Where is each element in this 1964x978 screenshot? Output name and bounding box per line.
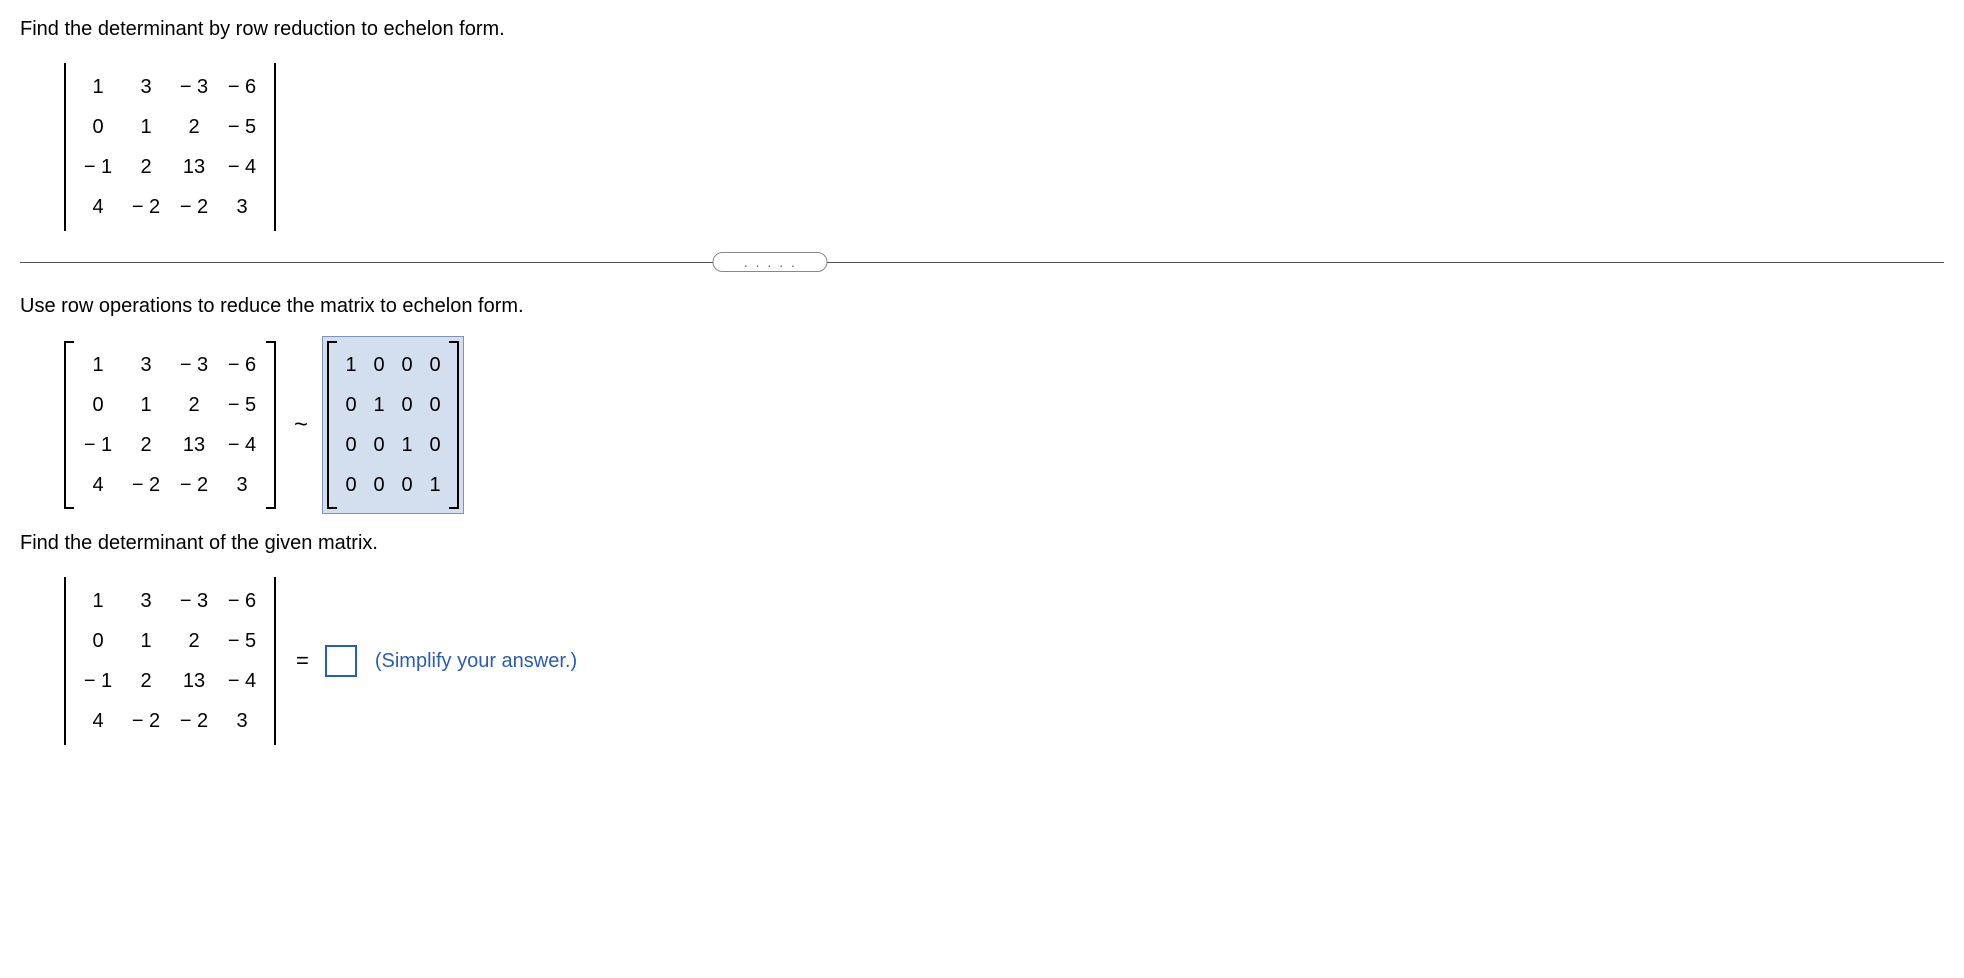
m2-r2c1: 2 (140, 434, 151, 457)
m2-r0c3: − 6 (228, 354, 256, 377)
m2-r0c2: − 3 (180, 354, 208, 377)
m1-r0c0: 1 (92, 76, 103, 99)
m1-r1c0: 0 (92, 116, 103, 139)
ma-r1c3: 0 (429, 394, 440, 417)
m2-r3c3: 3 (236, 474, 247, 497)
ma-r2c0: 0 (345, 434, 356, 457)
m3-r1c3: − 5 (228, 630, 256, 653)
ma-r3c3: 1 (429, 474, 440, 497)
m3-r0c0: 1 (92, 590, 103, 613)
m3-r1c0: 0 (92, 630, 103, 653)
ma-r1c0: 0 (345, 394, 356, 417)
ma-r3c0: 0 (345, 474, 356, 497)
m1-r1c3: − 5 (228, 116, 256, 139)
question-3-text: Find the determinant of the given matrix… (20, 532, 1944, 555)
ma-r0c0: 1 (345, 354, 356, 377)
ma-r2c1: 0 (373, 434, 384, 457)
m3-r0c1: 3 (140, 590, 151, 613)
m3-r0c3: − 6 (228, 590, 256, 613)
ma-r1c1: 1 (373, 394, 384, 417)
ma-r2c3: 0 (429, 434, 440, 457)
m2-r3c2: − 2 (180, 474, 208, 497)
m2-r0c1: 3 (140, 354, 151, 377)
m3-r3c1: − 2 (132, 710, 160, 733)
m2-r1c3: − 5 (228, 394, 256, 417)
m3-r2c3: − 4 (228, 670, 256, 693)
m3-r2c2: 13 (183, 670, 205, 693)
m1-r0c1: 3 (140, 76, 151, 99)
m3-r3c2: − 2 (180, 710, 208, 733)
m2-r3c0: 4 (92, 474, 103, 497)
ma-r3c1: 0 (373, 474, 384, 497)
m1-r3c0: 4 (92, 196, 103, 219)
m3-r1c1: 1 (140, 630, 151, 653)
determinant-matrix-1: 1 3 − 3 − 6 0 1 2 − 5 − 1 2 13 − 4 4 − 2… (60, 59, 1944, 235)
row-reduction-expression: 1 3 − 3 − 6 0 1 2 − 5 − 1 2 13 − 4 4 − 2… (60, 336, 1944, 514)
divider-line (20, 262, 1944, 263)
m1-r0c2: − 3 (180, 76, 208, 99)
section-divider: . . . . . (20, 247, 1944, 277)
determinant-equation: 1 3 − 3 − 6 0 1 2 − 5 − 1 2 13 − 4 4 − 2… (60, 573, 1944, 749)
m2-r2c0: − 1 (84, 434, 112, 457)
m1-r3c2: − 2 (180, 196, 208, 219)
question-1-text: Find the determinant by row reduction to… (20, 18, 1944, 41)
m2-r1c0: 0 (92, 394, 103, 417)
divider-expand-button[interactable]: . . . . . (713, 252, 828, 272)
m2-r1c1: 1 (140, 394, 151, 417)
m3-r3c0: 4 (92, 710, 103, 733)
matrix-det-1: 1 3 − 3 − 6 0 1 2 − 5 − 1 2 13 − 4 4 − 2… (60, 59, 280, 235)
question-2-text: Use row operations to reduce the matrix … (20, 295, 1944, 318)
ma-r3c2: 0 (401, 474, 412, 497)
m1-r0c3: − 6 (228, 76, 256, 99)
m1-r2c3: − 4 (228, 156, 256, 179)
ma-r0c3: 0 (429, 354, 440, 377)
determinant-answer-input[interactable] (325, 645, 357, 677)
m1-r2c0: − 1 (84, 156, 112, 179)
m3-r0c2: − 3 (180, 590, 208, 613)
answer-hint: (Simplify your answer.) (375, 650, 577, 673)
m2-r2c2: 13 (183, 434, 205, 457)
ma-r2c2: 1 (401, 434, 412, 457)
m2-r1c2: 2 (188, 394, 199, 417)
m3-r3c3: 3 (236, 710, 247, 733)
m1-r1c2: 2 (188, 116, 199, 139)
m1-r3c1: − 2 (132, 196, 160, 219)
m2-r0c0: 1 (92, 354, 103, 377)
ma-r0c2: 0 (401, 354, 412, 377)
matrix-original: 1 3 − 3 − 6 0 1 2 − 5 − 1 2 13 − 4 4 − 2… (60, 337, 280, 513)
ma-r1c2: 0 (401, 394, 412, 417)
m1-r2c2: 13 (183, 156, 205, 179)
m1-r3c3: 3 (236, 196, 247, 219)
equals-sign: = (290, 648, 315, 674)
m3-r1c2: 2 (188, 630, 199, 653)
m3-r2c0: − 1 (84, 670, 112, 693)
m2-r3c1: − 2 (132, 474, 160, 497)
m1-r2c1: 2 (140, 156, 151, 179)
m1-r1c1: 1 (140, 116, 151, 139)
echelon-answer-matrix[interactable]: 1 0 0 0 0 1 0 0 0 0 1 0 0 0 0 1 (322, 336, 464, 514)
matrix-det-3: 1 3 − 3 − 6 0 1 2 − 5 − 1 2 13 − 4 4 − 2… (60, 573, 280, 749)
m3-r2c1: 2 (140, 670, 151, 693)
row-equivalent-symbol: ~ (290, 411, 312, 439)
m2-r2c3: − 4 (228, 434, 256, 457)
ma-r0c1: 0 (373, 354, 384, 377)
